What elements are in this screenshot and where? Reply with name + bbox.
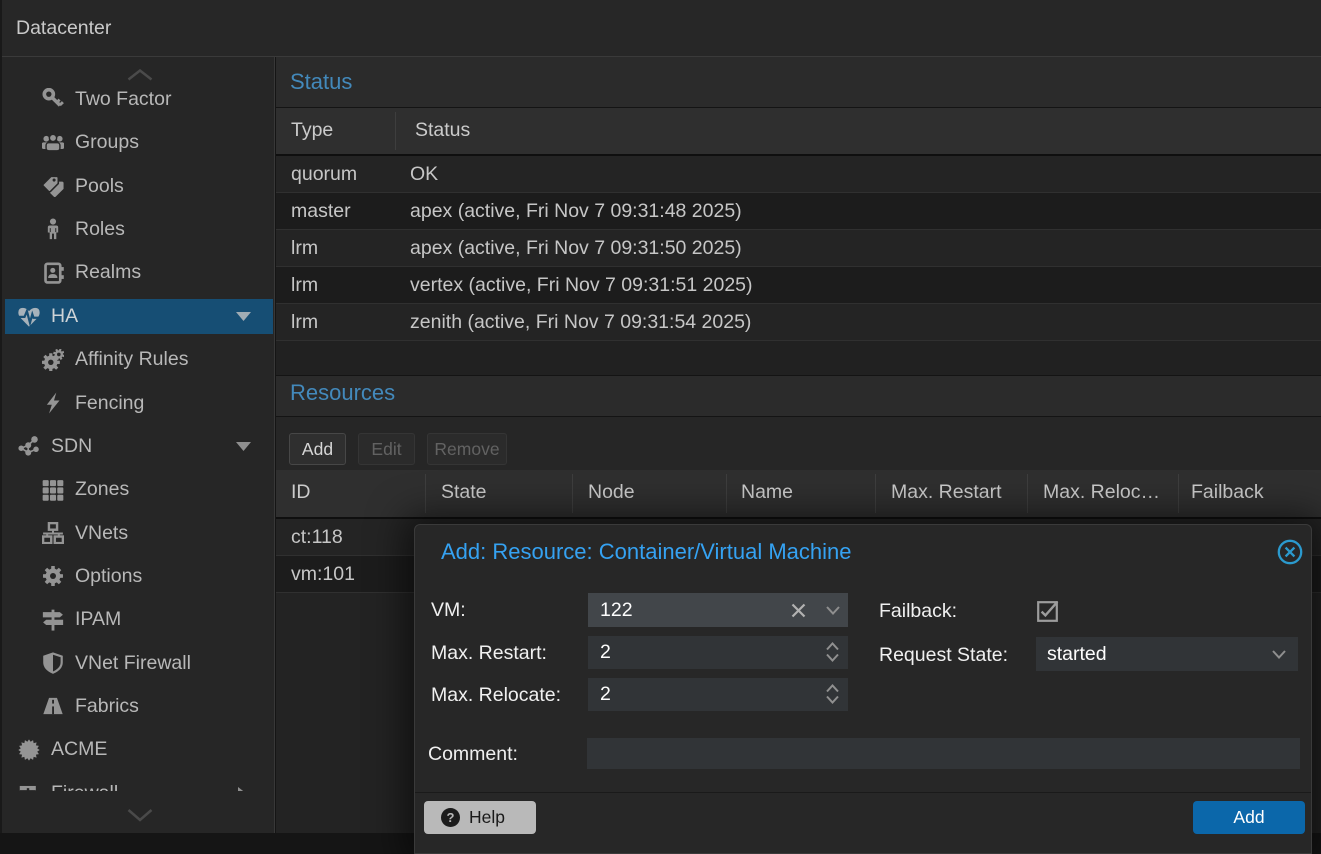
svg-text:?: ? [447, 810, 455, 825]
